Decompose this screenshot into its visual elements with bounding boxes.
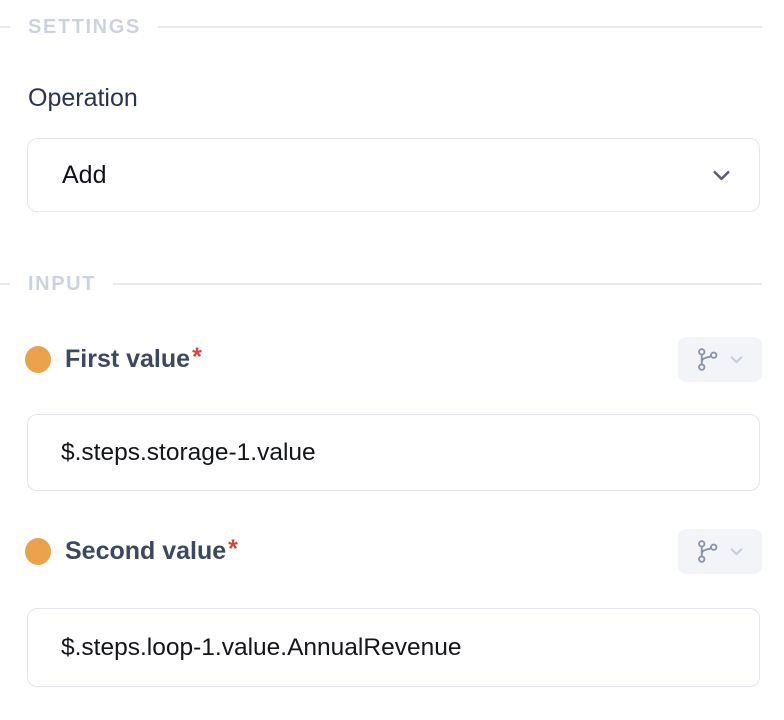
- git-branch-icon: [696, 539, 719, 564]
- git-branch-icon: [696, 347, 719, 372]
- section-title-input: INPUT: [28, 273, 96, 296]
- mapped-status-dot: [25, 346, 51, 373]
- section-title-settings: SETTINGS: [28, 16, 141, 39]
- section-header-input: INPUT: [0, 273, 762, 295]
- section-header-settings: SETTINGS: [0, 16, 762, 38]
- chevron-down-icon: [708, 162, 735, 189]
- operation-select-value: Add: [62, 161, 106, 190]
- second-value-input[interactable]: [27, 608, 760, 687]
- first-value-row: First value *: [0, 336, 762, 382]
- divider-line: [158, 26, 762, 28]
- required-asterisk: *: [192, 343, 202, 372]
- mapped-status-dot: [25, 538, 51, 565]
- second-value-label: Second value: [65, 537, 226, 566]
- operation-select[interactable]: Add: [27, 138, 760, 212]
- divider-dash: [0, 283, 10, 285]
- divider-dash: [0, 26, 10, 28]
- settings-panel: SETTINGS Operation Add INPUT First value…: [0, 0, 784, 720]
- first-value-mapping-button[interactable]: [678, 337, 762, 382]
- first-value-input[interactable]: [27, 414, 760, 491]
- second-value-row: Second value *: [0, 528, 762, 574]
- second-value-mapping-button[interactable]: [678, 529, 762, 574]
- chevron-down-small-icon: [728, 543, 745, 560]
- first-value-label: First value: [65, 345, 190, 374]
- operation-label: Operation: [28, 84, 138, 113]
- chevron-down-small-icon: [728, 351, 745, 368]
- required-asterisk: *: [228, 535, 238, 564]
- divider-line: [113, 283, 762, 285]
